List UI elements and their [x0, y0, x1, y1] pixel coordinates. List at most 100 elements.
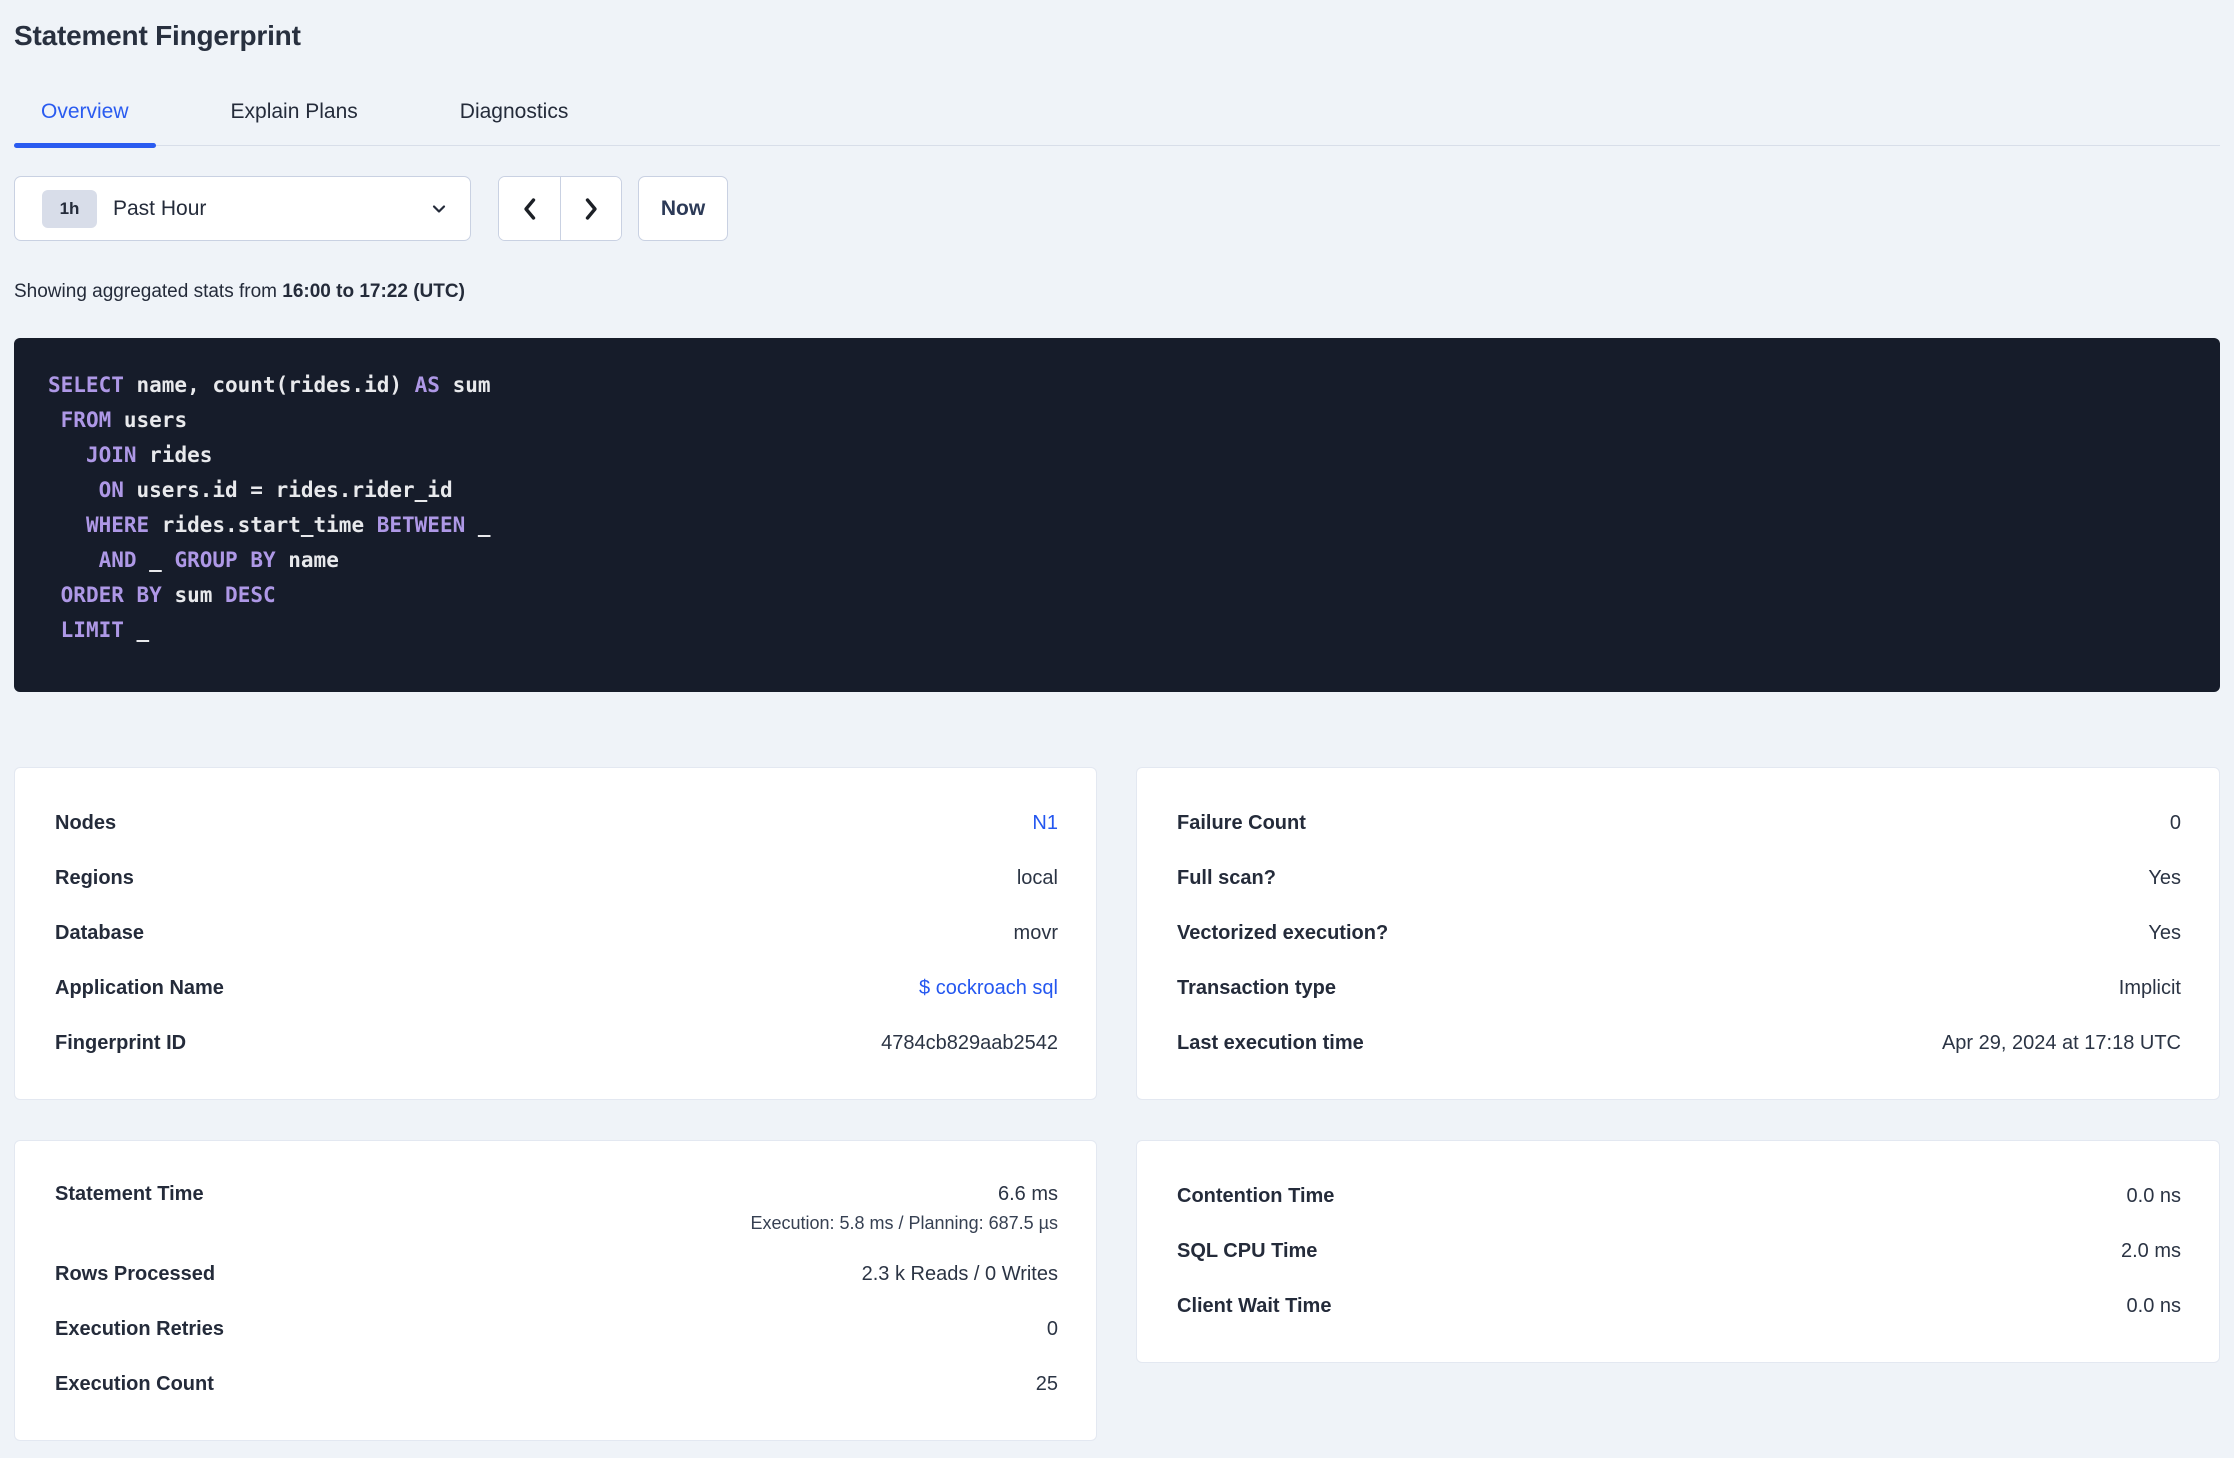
stat-value: 0.0 ns — [2126, 1295, 2181, 1317]
sql-code: SELECT name, count(rides.id) AS sum FROM… — [48, 368, 2186, 648]
stat-value-group: movr — [1014, 922, 1058, 945]
stat-value-group: 0 — [2170, 812, 2181, 835]
stat-value-group: Apr 29, 2024 at 17:18 UTC — [1942, 1032, 2181, 1055]
stat-value: 2.3 k Reads / 0 Writes — [861, 1263, 1058, 1285]
stat-row: Failure Count 0 — [1177, 796, 2181, 851]
stat-row: Execution Count 25 — [55, 1357, 1058, 1412]
stat-row: Regions local — [55, 851, 1058, 906]
time-controls: 1h Past Hour Now — [14, 176, 2220, 241]
stat-value-link[interactable]: N1 — [1032, 812, 1058, 834]
stat-subvalue: Execution: 5.8 ms / Planning: 687.5 µs — [750, 1213, 1058, 1233]
statement-details-card: Nodes N1 Regions local Database movr Applicati… — [14, 767, 1097, 1100]
page-title: Statement Fingerprint — [14, 20, 301, 51]
stat-value-group: 25 — [1036, 1373, 1058, 1396]
tab-explain-plans[interactable]: Explain Plans — [204, 88, 385, 145]
stat-value: 25 — [1035, 1373, 1058, 1395]
sql-line: SELECT name, count(rides.id) AS sum — [48, 373, 491, 397]
summary-cards: Nodes N1 Regions local Database movr Applicati… — [14, 767, 2220, 1441]
stat-value: 2.0 ms — [2120, 1240, 2181, 1262]
stat-label: Transaction type — [1177, 977, 1336, 999]
stat-row: Rows Processed 2.3 k Reads / 0 Writes — [55, 1247, 1058, 1302]
stat-value-group: 0.0 ns — [2127, 1295, 2181, 1318]
sql-statement-box: SELECT name, count(rides.id) AS sum FROM… — [14, 338, 2220, 692]
stat-value: Implicit — [2118, 977, 2181, 999]
stat-value-group: N1 — [1032, 812, 1058, 835]
chevron-right-icon — [580, 196, 602, 222]
stat-label: Last execution time — [1177, 1032, 1364, 1054]
aggregated-stats-line: Showing aggregated stats from 16:00 to 1… — [14, 281, 2220, 303]
stat-row: Client Wait Time 0.0 ns — [1177, 1279, 2181, 1334]
stat-value-group: Implicit — [2119, 977, 2181, 1000]
stat-label: Client Wait Time — [1177, 1295, 1332, 1317]
stat-row: Full scan? Yes — [1177, 851, 2181, 906]
sql-line: WHERE rides.start_time BETWEEN _ — [85, 513, 491, 537]
stat-row: Last execution time Apr 29, 2024 at 17:18… — [1177, 1016, 2181, 1071]
stat-row: Execution Retries 0 — [55, 1302, 1058, 1357]
statement-timing-card: Statement Time 6.6 ms Execution: 5.8 ms / … — [14, 1140, 1097, 1441]
stat-label: Nodes — [55, 812, 117, 834]
stat-value: movr — [1013, 922, 1058, 944]
stat-label: Execution Retries — [55, 1318, 224, 1340]
stat-row: Transaction type Implicit — [1177, 961, 2181, 1016]
aggregated-stats-prefix: Showing aggregated stats from — [14, 281, 283, 302]
now-button[interactable]: Now — [638, 176, 728, 241]
stat-value-group: 2.3 k Reads / 0 Writes — [862, 1263, 1058, 1286]
chevron-left-icon — [519, 196, 541, 222]
stat-value-link[interactable]: $ cockroach sql — [919, 977, 1058, 999]
stat-row: Nodes N1 — [55, 796, 1058, 851]
wait-time-card: Contention Time 0.0 ns SQL CPU Time 2.0 ms C… — [1136, 1140, 2220, 1363]
stat-value-group: Yes — [2148, 922, 2181, 945]
stat-label: Application Name — [55, 977, 224, 999]
time-range-dropdown[interactable]: 1h Past Hour — [14, 176, 471, 241]
stat-value-group: 2.0 ms — [2121, 1240, 2181, 1263]
stat-value-group: 0 — [1047, 1318, 1058, 1341]
stat-value: 6.6 ms — [997, 1183, 1058, 1205]
stat-label: Failure Count — [1177, 812, 1306, 834]
previous-time-button[interactable] — [499, 177, 560, 240]
stat-label: Full scan? — [1177, 867, 1276, 889]
stat-label: Statement Time — [55, 1183, 204, 1205]
stat-value: Yes — [2148, 922, 2181, 944]
stat-row: Statement Time 6.6 ms Execution: 5.8 ms / … — [55, 1169, 1058, 1247]
sql-line: JOIN rides — [85, 443, 213, 467]
stat-row: Vectorized execution? Yes — [1177, 906, 2181, 961]
stat-value-group: $ cockroach sql — [919, 977, 1058, 1000]
time-pager — [498, 176, 622, 241]
stat-row: Fingerprint ID 4784cb829aab2542 — [55, 1016, 1058, 1071]
sql-line: ON users.id = rides.rider_id — [98, 478, 453, 502]
stat-row: Application Name $ cockroach sql — [55, 961, 1058, 1016]
stat-label: Rows Processed — [55, 1263, 216, 1285]
stat-label: Vectorized execution? — [1177, 922, 1389, 944]
chevron-down-icon — [430, 200, 448, 218]
stat-label: Database — [55, 922, 144, 944]
stat-value: Yes — [2148, 867, 2181, 889]
stat-value-group: 0.0 ns — [2127, 1185, 2181, 1208]
sql-line: LIMIT _ — [60, 618, 150, 642]
stat-value-group: 4784cb829aab2542 — [881, 1032, 1058, 1055]
stat-label: SQL CPU Time — [1177, 1240, 1318, 1262]
next-time-button[interactable] — [560, 177, 621, 240]
stat-value-group: Yes — [2148, 867, 2181, 890]
stat-label: Contention Time — [1177, 1185, 1335, 1207]
stat-value: Apr 29, 2024 at 17:18 UTC — [1941, 1032, 2181, 1054]
stat-value-group: 6.6 ms Execution: 5.8 ms / Planning: 687.… — [750, 1183, 1058, 1234]
stat-row: Database movr — [55, 906, 1058, 961]
tab-bar: Overview Explain Plans Diagnostics — [14, 88, 2220, 148]
stat-value: 4784cb829aab2542 — [881, 1032, 1058, 1054]
statement-fingerprint-page: Statement Fingerprint Overview Explain P… — [0, 0, 2234, 1441]
stat-value: 0 — [2169, 812, 2181, 834]
stat-value-group: local — [1017, 867, 1058, 890]
stat-row: Contention Time 0.0 ns — [1177, 1169, 2181, 1224]
aggregated-stats-range: 16:00 to 17:22 (UTC) — [282, 281, 465, 302]
stat-value: 0.0 ns — [2126, 1185, 2181, 1207]
sql-line: FROM users — [60, 408, 188, 432]
sql-line: ORDER BY sum DESC — [60, 583, 276, 607]
execution-attributes-card: Failure Count 0 Full scan? Yes Vectorized ex… — [1136, 767, 2220, 1100]
stat-label: Execution Count — [55, 1373, 214, 1395]
sql-line: AND _ GROUP BY name — [98, 548, 339, 572]
tab-overview[interactable]: Overview — [14, 88, 156, 148]
stat-value: 0 — [1046, 1318, 1058, 1340]
stat-value: local — [1016, 867, 1058, 889]
tab-diagnostics[interactable]: Diagnostics — [433, 88, 596, 145]
stat-label: Regions — [55, 867, 134, 889]
